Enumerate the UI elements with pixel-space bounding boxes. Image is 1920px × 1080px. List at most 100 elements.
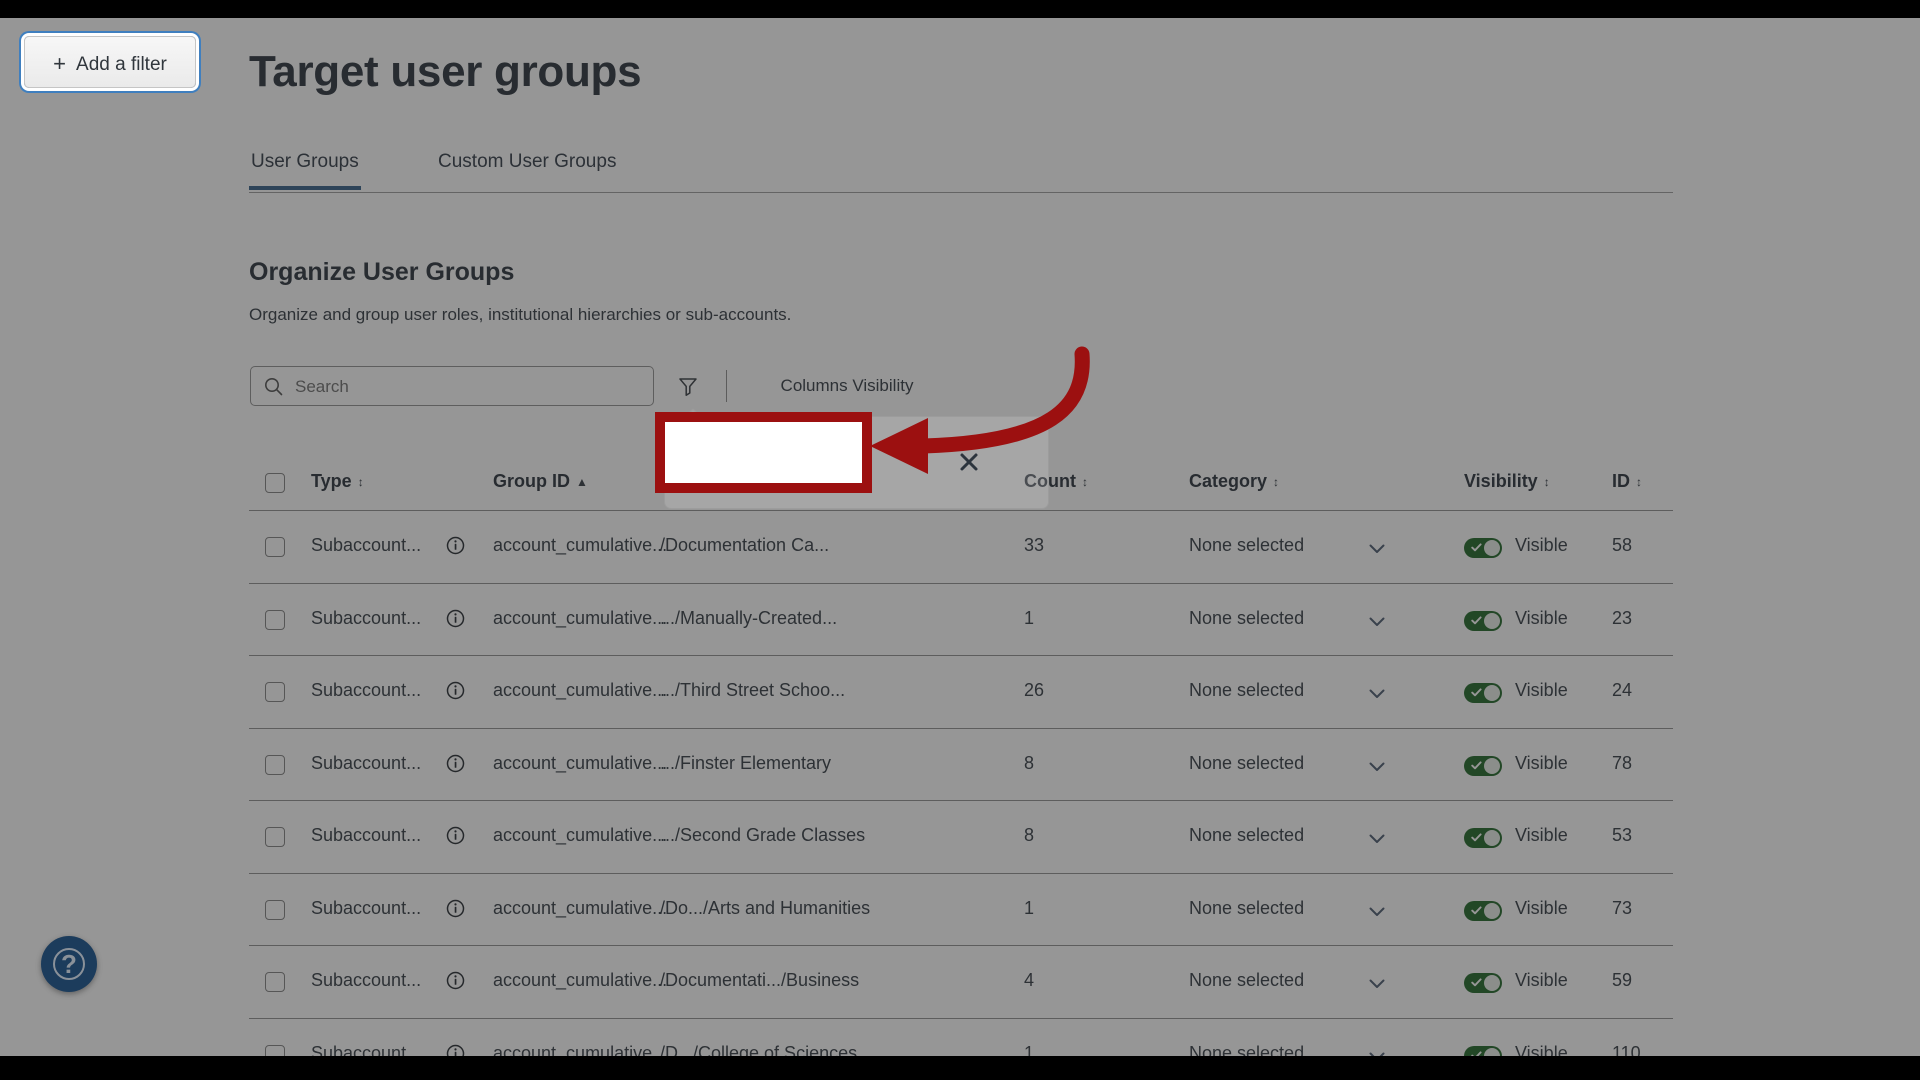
toolbar-divider [726,370,727,402]
row-checkbox[interactable] [265,827,285,847]
toggle-knob [1484,757,1500,774]
visibility-toggle[interactable] [1464,828,1502,848]
column-header-category[interactable]: Category ↕ [1189,471,1279,492]
cell-id: 59 [1612,970,1633,990]
info-icon[interactable] [446,754,465,773]
chevron-down-icon[interactable] [1369,831,1385,843]
info-icon[interactable] [446,826,465,845]
cell-name: /Documentation Ca... [660,535,830,555]
row-checkbox[interactable] [265,609,285,630]
cell-category: None selected [1189,970,1305,990]
info-icon[interactable] [446,536,465,555]
info-icon[interactable] [446,609,465,628]
column-header-type[interactable]: Type ↕ [311,471,364,492]
info-icon[interactable] [446,971,465,990]
cell-type: Subaccount... [311,535,422,555]
cell-type: Subaccount... [311,607,422,628]
cell-visibility-label: Visiblе [1515,825,1568,845]
search-icon [264,377,283,396]
column-header-visibility-label: Visibility [1464,471,1538,491]
table-row[interactable]: Subaccount... account_cumulative.../Do...… [249,874,1673,946]
chevron-down-icon[interactable] [1369,976,1385,988]
toggle-knob [1484,902,1500,919]
cell-group-id: account_cumulative... [493,825,668,845]
cell-visibility-label: Visiblе [1515,1042,1568,1057]
visibility-toggle[interactable] [1464,683,1502,703]
select-all-checkbox[interactable] [265,473,285,493]
filter-button[interactable] [666,366,710,406]
cell-category: None selected [1189,1042,1305,1057]
screen: Target user groups User Groups Custom Us… [0,0,1920,1080]
columns-visibility-button[interactable]: Columns Visibility [753,366,941,406]
table-row[interactable]: Subaccount... account_cumulative.../D.../… [249,1019,1673,1057]
visibility-toggle[interactable] [1464,538,1502,558]
tab-bar: User Groups Custom User Groups [249,151,1673,193]
table-row[interactable]: Subaccount... account_cumulative.../Docum… [249,946,1673,1019]
table-row[interactable]: Subaccount... account_cumulative... .../Th… [249,656,1673,729]
cell-id: 110 [1612,1042,1641,1057]
visibility-toggle[interactable] [1464,973,1502,993]
row-checkbox[interactable] [265,537,285,557]
columns-visibility-label: Columns Visibility [780,376,914,395]
info-icon[interactable] [446,1044,465,1056]
row-checkbox[interactable] [265,682,285,702]
chevron-down-icon[interactable] [1369,904,1385,916]
chevron-down-icon[interactable] [1369,1049,1385,1056]
table-row[interactable]: Subaccount... account_cumulative... .../Fi… [249,729,1673,801]
popover-close-button[interactable] [954,447,984,477]
cell-group-id: account_cumulative... [493,680,668,700]
cell-count: 8 [1024,752,1035,773]
sort-icon-count: ↕ [1081,475,1088,489]
row-checkbox[interactable] [265,972,285,992]
visibility-toggle[interactable] [1464,610,1502,631]
add-a-filter-button[interactable]: + Add a filter [24,36,196,88]
check-icon [1471,905,1482,914]
info-icon[interactable] [446,681,465,700]
cell-id: 73 [1612,897,1633,918]
cell-name: /Do.../Arts and Humanities [660,897,871,918]
cell-id: 24 [1612,680,1633,700]
visibility-toggle[interactable] [1464,1045,1502,1056]
section-subtitle: Organize and group user roles, instituti… [249,305,792,324]
visibility-toggle[interactable] [1464,755,1502,776]
table-row[interactable]: Subaccount... account_cumulative.../Docum… [249,511,1673,584]
toggle-knob [1484,1047,1500,1056]
help-button[interactable]: ? [41,936,97,992]
cell-group-id: account_cumulative... [493,897,668,918]
search-input[interactable] [293,367,647,407]
visibility-toggle[interactable] [1464,900,1502,921]
table-row[interactable]: Subaccount... account_cumulative... .../Se… [249,801,1673,874]
cell-count: 1 [1024,1042,1035,1057]
row-checkbox[interactable] [265,754,285,775]
chevron-down-icon[interactable] [1369,614,1385,626]
info-icon[interactable] [446,899,465,918]
cell-name: /D.../College of Sciences [660,1042,858,1057]
cell-id: 53 [1612,825,1633,845]
cell-id: 78 [1612,752,1633,773]
column-header-group-id[interactable]: Group ID ▲ [493,471,588,492]
tab-custom-user-groups[interactable]: Custom User Groups [436,151,618,186]
cell-category: None selected [1189,897,1305,918]
table-row[interactable]: Subaccount... account_cumulative... .../Ma… [249,584,1673,656]
tab-user-groups[interactable]: User Groups [249,151,361,190]
chevron-down-icon[interactable] [1369,686,1385,698]
column-header-visibility[interactable]: Visibility ↕ [1464,471,1550,492]
cell-name: .../Finster Elementary [660,752,832,773]
cell-count: 26 [1024,680,1045,700]
column-header-category-label: Category [1189,471,1268,491]
cell-category: None selected [1189,607,1305,628]
chevron-down-icon[interactable] [1369,541,1385,553]
cell-type: Subaccount... [311,680,422,700]
toggle-knob [1484,540,1500,556]
row-checkbox[interactable] [265,899,285,920]
chevron-down-icon[interactable] [1369,759,1385,771]
cell-category: None selected [1189,680,1305,700]
cell-group-id: account_cumulative... [493,970,668,990]
column-header-id[interactable]: ID ↕ [1612,471,1642,492]
add-a-filter-label: Add a filter [76,54,167,75]
search-box[interactable] [250,366,654,407]
cell-type: Subaccount... [311,1042,422,1057]
row-checkbox[interactable] [265,1044,285,1056]
add-a-filter-label-wrap: + Add a filter [25,51,195,77]
cell-group-id: account_cumulative... [493,1042,668,1057]
